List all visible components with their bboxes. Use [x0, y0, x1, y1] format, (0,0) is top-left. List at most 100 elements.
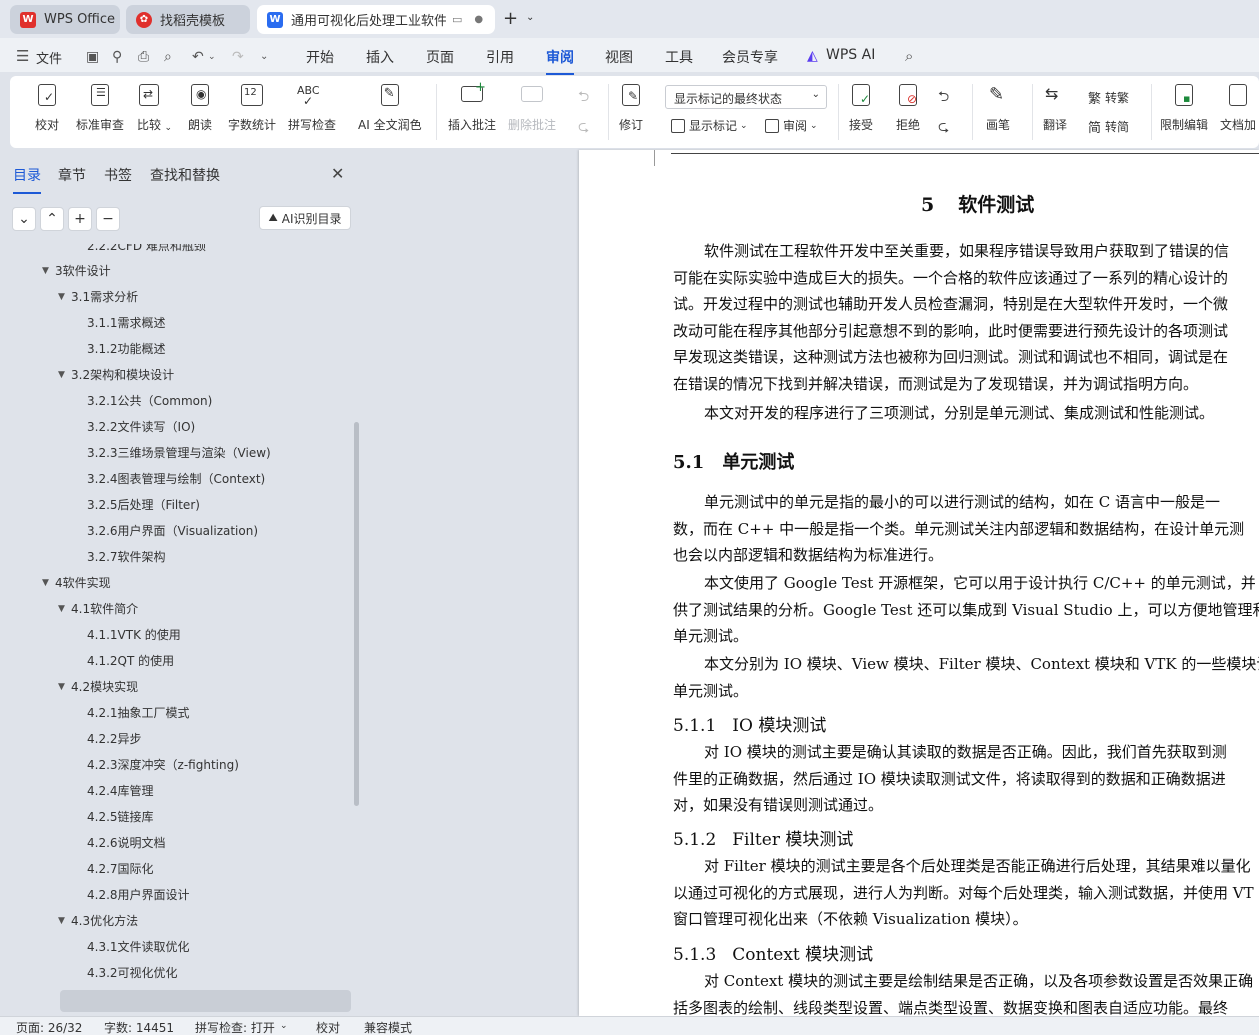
markup-mode-select[interactable]: 显示标记的最终状态 ⌄: [665, 85, 827, 109]
prev-comment-icon[interactable]: ⮌: [578, 86, 589, 110]
toc-item[interactable]: 3.1.2功能概述: [87, 339, 166, 359]
print-icon[interactable]: ⎙: [138, 49, 149, 65]
menu-wps-ai[interactable]: WPS AI: [826, 47, 875, 63]
show-markup-button[interactable]: 显示标记 ⌄: [671, 117, 748, 134]
spell-check-button[interactable]: ABC ✓ 拼写检查: [288, 82, 336, 133]
tab-current-document[interactable]: W 通用可视化后处理工业软件开 ▭ ●: [257, 5, 495, 34]
chevron-down-icon[interactable]: ⌄: [280, 1021, 288, 1031]
to-simplified-button[interactable]: 简转简: [1088, 117, 1129, 136]
word-count-button[interactable]: 12 字数统计: [228, 82, 276, 133]
toc-item[interactable]: 4.3优化方法: [71, 911, 138, 931]
tab-toc[interactable]: 目录: [13, 165, 41, 194]
translate-button[interactable]: ⇆ 翻译: [1042, 82, 1068, 133]
toc-item[interactable]: 3.1.1需求概述: [87, 313, 166, 333]
menu-insert[interactable]: 插入: [366, 47, 394, 67]
next-change-icon[interactable]: ⮎: [938, 116, 949, 140]
menu-member[interactable]: 会员专享: [722, 47, 778, 67]
toc-item[interactable]: 4.1.2QT 的使用: [87, 651, 174, 671]
next-comment-icon[interactable]: ⮎: [578, 116, 589, 140]
undo-icon[interactable]: ↶: [192, 49, 204, 65]
standard-review-button[interactable]: ☰ 标准审查: [76, 82, 124, 133]
insert-comment-button[interactable]: + 插入批注: [448, 80, 496, 133]
chevron-down-icon[interactable]: ⌄: [526, 12, 534, 23]
ai-polish-button[interactable]: ✎ AI 全文润色: [358, 82, 422, 133]
toc-item[interactable]: 4.2.6说明文档: [87, 833, 166, 853]
menu-view[interactable]: 视图: [605, 47, 633, 67]
track-changes-button[interactable]: ✎ 修订: [618, 82, 644, 133]
prev-change-icon[interactable]: ⮌: [938, 86, 949, 110]
menu-review[interactable]: 审阅: [546, 47, 574, 75]
print-preview-icon[interactable]: ⌕: [164, 49, 172, 65]
add-heading-button[interactable]: +: [68, 207, 92, 231]
tab-docer[interactable]: ✿ 找稻壳模板: [126, 5, 250, 34]
toc-item[interactable]: 3.1需求分析: [71, 287, 138, 307]
ai-toc-button[interactable]: ⛰ AI识别目录: [259, 206, 351, 230]
delete-comment-button[interactable]: 删除批注: [508, 82, 556, 133]
word-count-indicator[interactable]: 字数: 14451: [104, 1019, 174, 1035]
toc-collapse-icon[interactable]: ▼: [42, 266, 49, 276]
restrict-editing-button[interactable]: ▪ 限制编辑: [1160, 82, 1208, 133]
toc-item[interactable]: 4.2.5链接库: [87, 807, 154, 827]
toc-item[interactable]: 3.2.3三维场景管理与渲染（View): [87, 443, 271, 463]
toc-collapse-icon[interactable]: ▼: [58, 916, 65, 926]
toc-collapse-icon[interactable]: ▼: [42, 578, 49, 588]
tab-bookmarks[interactable]: 书签: [104, 165, 132, 185]
page-indicator[interactable]: 页面: 26/32: [16, 1019, 82, 1035]
menu-page[interactable]: 页面: [426, 47, 454, 67]
spell-check-status[interactable]: 拼写检查: 打开: [195, 1019, 275, 1035]
toc-scrollbar[interactable]: [354, 422, 359, 806]
toc-item[interactable]: 4.1.1VTK 的使用: [87, 625, 181, 645]
accept-button[interactable]: ✓ 接受: [848, 82, 874, 133]
toc-item[interactable]: 4.2.3深度冲突（z-fighting): [87, 755, 239, 775]
toc-item[interactable]: 3.2.6用户界面（Visualization): [87, 521, 258, 541]
toc-item[interactable]: 4.1软件简介: [71, 599, 138, 619]
menu-start[interactable]: 开始: [306, 47, 334, 67]
close-icon[interactable]: ✕: [331, 164, 344, 183]
toc-item[interactable]: 4.2.8用户界面设计: [87, 885, 190, 905]
toc-collapse-icon[interactable]: ▼: [58, 604, 65, 614]
menu-reference[interactable]: 引用: [486, 47, 514, 67]
collapse-all-button[interactable]: ⌃: [40, 207, 64, 231]
save-icon[interactable]: ▣: [86, 49, 99, 65]
search-icon[interactable]: ⌕: [905, 47, 913, 65]
review-pane-button[interactable]: 审阅 ⌄: [765, 117, 818, 134]
toc-item[interactable]: 4.3.2可视化优化: [87, 963, 178, 983]
menu-tools[interactable]: 工具: [665, 47, 693, 67]
share-icon[interactable]: ⚲: [112, 49, 122, 65]
new-tab-icon[interactable]: +: [503, 8, 518, 29]
toc-item[interactable]: 4.3.1文件读取优化: [87, 937, 190, 957]
toc-item[interactable]: 4软件实现: [55, 573, 111, 593]
toc-item[interactable]: 3.2.4图表管理与绘制（Context): [87, 469, 265, 489]
document-page[interactable]: [579, 150, 1259, 1016]
toc-item[interactable]: 3软件设计: [55, 261, 111, 281]
redo-icon[interactable]: ↷: [232, 49, 244, 65]
remove-heading-button[interactable]: −: [96, 207, 120, 231]
tab-chapters[interactable]: 章节: [58, 165, 86, 185]
tab-find-replace[interactable]: 查找和替换: [150, 165, 220, 185]
toc-item[interactable]: 4.2.1抽象工厂模式: [87, 703, 190, 723]
toc-collapse-icon[interactable]: ▼: [58, 682, 65, 692]
toc-item[interactable]: 4.2模块实现: [71, 677, 138, 697]
toc-item[interactable]: 2.2.2CFD 难点和瓶颈: [87, 244, 206, 252]
file-menu[interactable]: 文件: [36, 48, 62, 67]
proofread-button[interactable]: ✓ 校对: [34, 82, 60, 133]
proof-status[interactable]: 校对: [316, 1019, 340, 1035]
doc-encrypt-button[interactable]: 文档加: [1220, 82, 1256, 133]
toc-item[interactable]: 4.2.7国际化: [87, 859, 154, 879]
read-aloud-button[interactable]: ◉ 朗读: [187, 82, 213, 133]
toc-item[interactable]: 3.2.1公共（Common): [87, 391, 212, 411]
toc-item[interactable]: 3.2.7软件架构: [87, 547, 166, 567]
toc-collapse-icon[interactable]: ▼: [58, 292, 65, 302]
compare-button[interactable]: ⇄ 比较 ⌄: [136, 82, 172, 133]
to-traditional-button[interactable]: 繁转繁: [1088, 88, 1129, 107]
more-chevron-icon[interactable]: ⌄: [260, 51, 268, 62]
undo-dropdown-icon[interactable]: ⌄: [208, 52, 216, 62]
tab-wps-office[interactable]: W WPS Office: [10, 5, 120, 34]
toc-item[interactable]: 4.2.2异步: [87, 729, 142, 749]
reject-button[interactable]: ⊘ 拒绝: [895, 82, 921, 133]
toc-item[interactable]: 3.2架构和模块设计: [71, 365, 174, 385]
toc-item[interactable]: 3.2.2文件读写（IO): [87, 417, 195, 437]
toc-item[interactable]: 4.2.4库管理: [87, 781, 154, 801]
pen-button[interactable]: ✎ 画笔: [985, 82, 1011, 133]
toc-item[interactable]: 3.2.5后处理（Filter): [87, 495, 200, 515]
